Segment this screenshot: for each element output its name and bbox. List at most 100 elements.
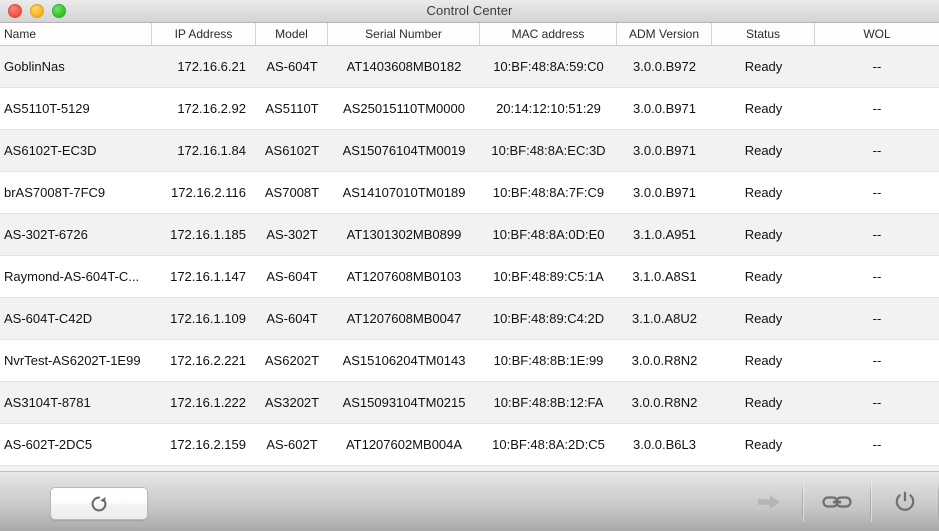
cell-wol: -- [872,227,882,242]
cell-ip: 172.16.2.159 [170,437,246,452]
cell-serial: AT1207608MB0103 [346,269,462,284]
cell-model: AS-302T [266,227,318,242]
cell-wol: -- [872,395,882,410]
cell-name: AS3104T-8781 [4,395,91,410]
cell-wol: -- [872,437,882,452]
cell-mac: 10:BF:48:8B:1E:99 [493,353,604,368]
cell-status: Ready [744,269,783,284]
table-row[interactable]: AS3104T-8781 172.16.1.222 AS3202T AS1509310… [0,382,939,424]
cell-status: Ready [744,143,783,158]
cell-model: AS-602T [266,437,318,452]
cell-adm: 3.0.0.B972 [633,59,696,74]
cell-wol: -- [872,269,882,284]
cell-serial: AT1403608MB0182 [346,59,462,74]
connect-button[interactable] [735,472,802,531]
table-row[interactable]: AS-604T-C42D 172.16.1.109 AS-604T AT1207608… [0,298,939,340]
cell-serial: AT1207602MB004A [345,437,463,452]
cell-model: AS-604T [266,59,318,74]
cell-status: Ready [744,59,783,74]
table-header-row: Name IP Address Model Serial Number MAC … [0,23,939,46]
cell-model: AS6102T [264,143,320,158]
column-header-ip[interactable]: IP Address [152,23,256,45]
cell-adm: 3.0.0.B971 [633,185,696,200]
footer-toolbar [0,471,939,531]
cell-status: Ready [744,227,783,242]
window-title: Control Center [426,3,513,18]
device-table: GoblinNas 172.16.6.21 AS-604T AT1403608MB01… [0,46,939,471]
cell-name: GoblinNas [4,59,65,74]
window-controls [8,0,66,22]
power-button[interactable] [871,472,938,531]
cell-serial: AS15106204TM0143 [342,353,466,368]
cell-mac: 10:BF:48:8A:59:C0 [493,59,604,74]
table-row[interactable]: AS5110T-5129 172.16.2.92 AS5110T AS25015110… [0,88,939,130]
footer-tool-group [735,472,939,531]
cell-adm: 3.1.0.A8S1 [632,269,697,284]
cell-wol: -- [872,185,882,200]
cell-name: AS-602T-2DC5 [4,437,93,452]
column-header-status[interactable]: Status [712,23,815,45]
cell-mac: 20:14:12:10:51:29 [496,101,601,116]
control-center-window: Control Center Name IP Address Model Ser… [0,0,939,531]
cell-mac: 10:BF:48:8A:EC:3D [491,143,606,158]
cell-name: brAS7008T-7FC9 [4,185,106,200]
cell-serial: AS25015110TM0000 [343,101,465,116]
cell-ip: 172.16.1.222 [170,395,246,410]
cell-adm: 3.0.0.R8N2 [631,353,698,368]
link-button[interactable] [803,472,870,531]
column-header-name[interactable]: Name [0,23,152,45]
cell-serial: AS15093104TM0215 [342,395,466,410]
cell-ip: 172.16.1.147 [170,269,246,284]
column-header-wol[interactable]: WOL [815,23,939,45]
cell-adm: 3.0.0.B971 [633,143,696,158]
cell-ip: 172.16.2.221 [170,353,246,368]
table-row[interactable]: Raymond-AS-604T-C... 172.16.1.147 AS-604T A… [0,256,939,298]
cell-serial: AT1207608MB0047 [346,311,462,326]
cell-wol: -- [872,311,882,326]
refresh-button[interactable] [50,487,148,520]
cell-wol: -- [872,353,882,368]
cell-status: Ready [744,185,783,200]
cell-model: AS-604T [266,269,318,284]
cell-model: AS6202T [264,353,320,368]
cell-adm: 3.1.0.A951 [633,227,696,242]
refresh-icon [89,494,109,514]
cell-mac: 10:BF:48:8B:12:FA [493,395,604,410]
cell-mac: 10:BF:48:8A:0D:E0 [492,227,605,242]
column-header-adm[interactable]: ADM Version [617,23,712,45]
cell-model: AS7008T [264,185,320,200]
minimize-button[interactable] [30,4,44,18]
cell-adm: 3.0.0.R8N2 [631,395,698,410]
zoom-button[interactable] [52,4,66,18]
cell-ip: 172.16.2.116 [171,185,246,200]
cell-model: AS5110T [265,101,319,116]
column-header-model[interactable]: Model [256,23,328,45]
cell-mac: 10:BF:48:89:C5:1A [493,269,604,284]
cell-serial: AT1301302MB0899 [346,227,462,242]
cell-wol: -- [872,59,882,74]
link-icon [821,492,852,512]
cell-serial: AS14107010TM0189 [342,185,466,200]
cell-name: AS6102T-EC3D [4,143,97,158]
cell-mac: 10:BF:48:89:C4:2D [492,311,605,326]
table-row[interactable]: AS-302T-6726 172.16.1.185 AS-302T AT1301302… [0,214,939,256]
table-row[interactable]: NvrTest-AS6202T-1E99 172.16.2.221 AS6202T A… [0,340,939,382]
title-bar: Control Center [0,0,939,23]
close-button[interactable] [8,4,22,18]
cell-serial: AS15076104TM0019 [342,143,466,158]
table-row[interactable]: AS-602T-2DC5 172.16.2.159 AS-602T AT1207602… [0,424,939,466]
cell-model: AS3202T [264,395,320,410]
table-row[interactable]: brAS7008T-7FC9 172.16.2.116 AS7008T AS14107… [0,172,939,214]
cell-adm: 3.1.0.A8U2 [631,311,698,326]
cell-name: AS-302T-6726 [4,227,88,242]
cell-name: AS5110T-5129 [4,101,90,116]
table-row[interactable]: GoblinNas 172.16.6.21 AS-604T AT1403608MB01… [0,46,939,88]
cell-status: Ready [744,395,783,410]
column-header-mac[interactable]: MAC address [480,23,617,45]
cell-adm: 3.0.0.B971 [633,101,696,116]
cell-status: Ready [744,437,783,452]
column-header-serial[interactable]: Serial Number [328,23,480,45]
cell-name: Raymond-AS-604T-C... [4,269,140,284]
cell-ip: 172.16.2.92 [177,101,246,116]
table-row[interactable]: AS6102T-EC3D 172.16.1.84 AS6102T AS15076104… [0,130,939,172]
